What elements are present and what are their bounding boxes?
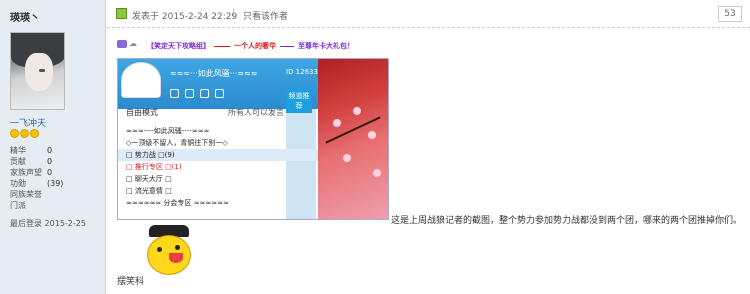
emoji-mouth bbox=[169, 253, 183, 263]
attached-screenshot[interactable]: ≈≈≈···如此风骚···≈≈≈ ID 12633943 自由模式 所有人可以发… bbox=[117, 58, 389, 220]
only-author-link[interactable]: 只看该作者 bbox=[243, 9, 288, 22]
stat-label: 门派 bbox=[10, 201, 26, 210]
stat-label: 同族荣誉 bbox=[10, 190, 42, 199]
post-header: 发表于 2015-2-24 22:29 | 只看该作者 53 bbox=[107, 0, 750, 28]
mode-left: 自由模式 bbox=[126, 108, 158, 117]
channel-logo bbox=[121, 62, 161, 98]
user-icon bbox=[170, 89, 179, 98]
laughing-emoji bbox=[139, 225, 199, 280]
banner-right: 至尊年卡大礼包！ bbox=[298, 42, 354, 50]
banner-divider bbox=[280, 45, 294, 47]
blossom bbox=[368, 131, 376, 139]
online-status-icon bbox=[116, 8, 127, 19]
stat-value: (39) bbox=[47, 179, 64, 188]
emoji-eye bbox=[157, 247, 162, 252]
note-icon bbox=[200, 89, 209, 98]
channel-row: □ 势力战 □(9) bbox=[118, 149, 318, 161]
cloud-icon: ☁ bbox=[129, 39, 137, 48]
stat-label: 精华 bbox=[10, 146, 26, 155]
stat-value: 0 bbox=[47, 157, 53, 166]
channel-row: □ 流光意情 □ bbox=[126, 187, 172, 195]
user-stats: 精华 0 贡献 0 家族声望 0 功勋 (39) 同族荣誉 门派 bbox=[10, 145, 100, 211]
qq-icon bbox=[117, 40, 127, 48]
location-icon bbox=[185, 89, 194, 98]
last-login-label: 最后登录 bbox=[10, 219, 42, 228]
avatar[interactable] bbox=[10, 32, 65, 110]
stat-label: 功勋 bbox=[10, 179, 26, 188]
avatar-face bbox=[25, 53, 53, 91]
author-sidebar: 瑛瑛丶 一飞冲天 精华 0 贡献 0 家族声望 0 功勋 (39) 同族荣誉 门派 最后… bbox=[0, 0, 106, 294]
channel-list: ≈≈≈----如此风骚----≈≈≈ ◇一顶级不留人，青铜往下别一◇ □ 势力战… bbox=[118, 125, 318, 209]
last-login-date: 2015-2-25 bbox=[44, 219, 86, 228]
blossom bbox=[333, 119, 341, 127]
channel-row: ◇一顶级不留人，青铜往下别一◇ bbox=[126, 139, 228, 147]
user-rank: 一飞冲天 bbox=[10, 119, 47, 129]
rank-stars bbox=[10, 129, 39, 138]
star-icon bbox=[20, 129, 29, 138]
stat-label: 贡献 bbox=[10, 157, 26, 166]
username[interactable]: 瑛瑛丶 bbox=[10, 9, 40, 24]
emoji-eye bbox=[175, 245, 180, 250]
star-icon bbox=[10, 129, 19, 138]
blossom bbox=[343, 154, 351, 162]
blossom bbox=[373, 169, 381, 177]
stat-label: 家族声望 bbox=[10, 168, 42, 177]
stat-row: 家族声望 0 bbox=[10, 167, 100, 178]
star-icon bbox=[30, 129, 39, 138]
stat-row: 贡献 0 bbox=[10, 156, 100, 167]
floor-number[interactable]: 53 bbox=[718, 6, 742, 22]
stat-row: 同族荣誉 bbox=[10, 189, 100, 200]
stat-row: 精华 0 bbox=[10, 145, 100, 156]
channel-row: ≈≈≈≈≈≈ 分会专区 ≈≈≈≈≈≈ bbox=[126, 199, 229, 207]
header-separator: | bbox=[232, 9, 236, 19]
share-icon bbox=[215, 89, 224, 98]
banner-left: 【笑定天下攻略组】 bbox=[147, 42, 210, 50]
stat-row: 门派 bbox=[10, 200, 100, 211]
blossom bbox=[353, 107, 361, 115]
channel-row: □ 推行专区 □(1) bbox=[126, 163, 182, 171]
post-body: 发表于 2015-2-24 22:29 | 只看该作者 53 ☁ 【笑定天下攻略… bbox=[107, 0, 750, 294]
stat-row: 功勋 (39) bbox=[10, 178, 100, 189]
channel-title: ≈≈≈···如此风骚···≈≈≈ bbox=[170, 69, 258, 78]
mode-right: 所有人可以发言 bbox=[228, 108, 284, 117]
channel-row: ≈≈≈----如此风骚----≈≈≈ bbox=[126, 127, 210, 135]
channel-tools bbox=[170, 89, 224, 98]
avatar-eye bbox=[39, 69, 45, 72]
stat-value: 0 bbox=[47, 168, 53, 177]
channel-badge: 频道推荐 bbox=[286, 89, 312, 113]
channel-row: □ 聊天大厅 □ bbox=[126, 175, 172, 183]
emoji-label: 摆笑科 bbox=[117, 277, 145, 287]
post-time: 发表于 2015-2-24 22:29 bbox=[132, 12, 238, 22]
banner-mid: 一个人的奢华 bbox=[234, 42, 276, 50]
banner-divider bbox=[214, 45, 230, 47]
post-caption: 这是上周战狼记者的截图，整个势力参加势力战都没到两个团，哪来的两个团推掉你们。 bbox=[391, 216, 743, 226]
stat-value: 0 bbox=[47, 146, 53, 155]
signature-banner: 【笑定天下攻略组】 一个人的奢华 至尊年卡大礼包！ bbox=[147, 41, 354, 51]
last-login: 最后登录 2015-2-25 bbox=[10, 218, 86, 229]
